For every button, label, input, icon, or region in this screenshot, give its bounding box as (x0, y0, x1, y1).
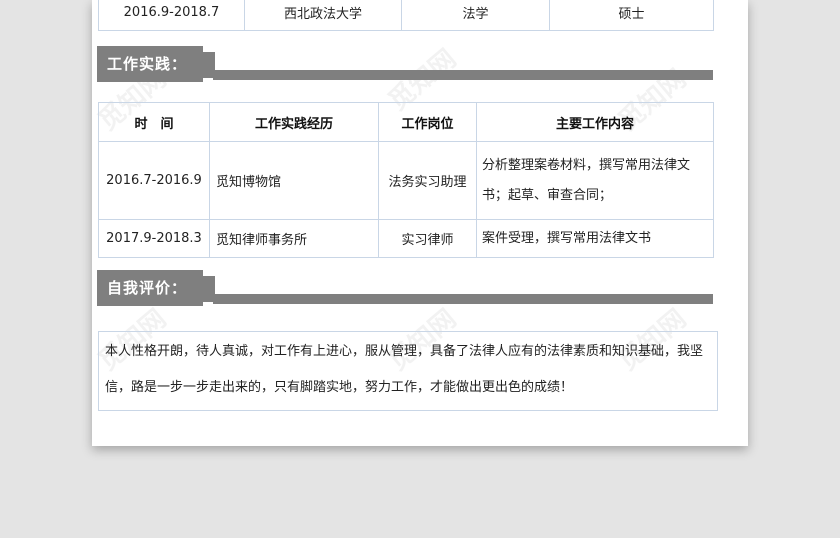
work-position: 法务实习助理 (378, 141, 477, 220)
table-row: 2017.9-2018.3 觅知律师事务所 实习律师 案件受理，撰写常用法律文书 (98, 219, 714, 258)
col-header-position: 工作岗位 (378, 102, 477, 142)
work-place: 觅知律师事务所 (209, 219, 379, 258)
work-content: 案件受理，撰写常用法律文书 (476, 219, 714, 258)
col-header-experience: 工作实践经历 (209, 102, 379, 142)
work-place: 觅知博物馆 (209, 141, 379, 220)
edu-degree: 硕士 (549, 0, 714, 31)
education-table: 2016.9-2018.7 西北政法大学 法学 硕士 (98, 0, 714, 31)
edu-period: 2016.9-2018.7 (98, 0, 245, 31)
table-row: 2016.7-2016.9 觅知博物馆 法务实习助理 分析整理案卷材料，撰写常用… (98, 141, 714, 220)
work-content: 分析整理案卷材料，撰写常用法律文书；起草、审查合同； (476, 141, 714, 220)
work-period: 2016.7-2016.9 (98, 141, 210, 220)
work-period: 2017.9-2018.3 (98, 219, 210, 258)
work-section-header: 工作实践： (97, 46, 713, 82)
work-section-title: 工作实践： (107, 55, 188, 73)
col-header-content: 主要工作内容 (476, 102, 714, 142)
self-section-title: 自我评价： (107, 279, 188, 297)
resume-page: 觅知网 觅知网 觅知网 觅知网 觅知网 觅知网 2016.9-2018.7 西北… (92, 0, 748, 446)
edu-school: 西北政法大学 (244, 0, 402, 31)
header-bar (213, 294, 713, 304)
edu-major: 法学 (401, 0, 550, 31)
table-row: 2016.9-2018.7 西北政法大学 法学 硕士 (98, 0, 714, 31)
col-header-time: 时 间 (98, 102, 210, 142)
work-position: 实习律师 (378, 219, 477, 258)
work-table: 时 间 工作实践经历 工作岗位 主要工作内容 2016.7-2016.9 觅知博… (98, 102, 714, 258)
self-evaluation-text: 本人性格开朗，待人真诚，对工作有上进心，服从管理，具备了法律人应有的法律素质和知… (98, 331, 718, 411)
table-header-row: 时 间 工作实践经历 工作岗位 主要工作内容 (98, 102, 714, 142)
self-section-header: 自我评价： (97, 270, 713, 306)
header-bar (213, 70, 713, 80)
